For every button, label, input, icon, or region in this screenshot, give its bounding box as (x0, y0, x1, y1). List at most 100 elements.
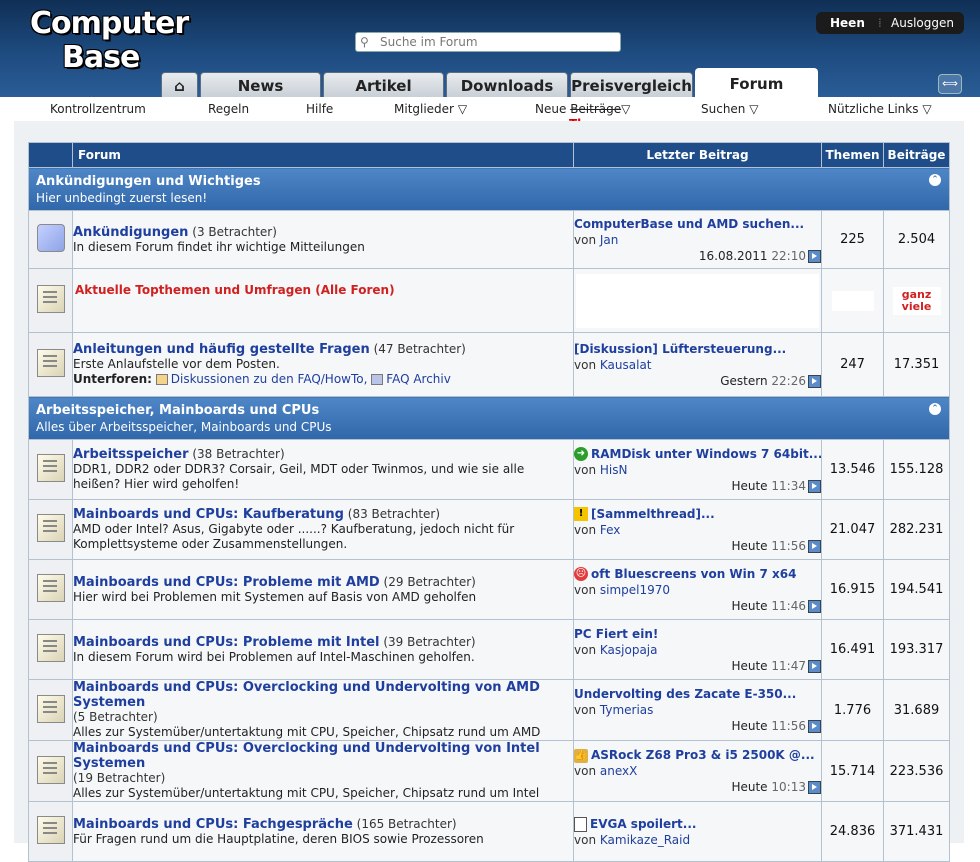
forum-row: Ankündigungen (3 Betrachter) In diesem Fo… (28, 210, 950, 269)
category-title[interactable]: Arbeitsspeicher, Mainboards und CPUs (29, 403, 949, 418)
header-beitraege[interactable]: Beiträge (883, 142, 950, 168)
category-row: Arbeitsspeicher, Mainboards und CPUs All… (28, 396, 950, 440)
last-post-user[interactable]: Kausalat (600, 358, 652, 372)
forum-row: Mainboards und CPUs: Overclocking und Un… (28, 679, 950, 741)
separator: ⁞ (878, 16, 882, 30)
collapse-icon[interactable]: ⌃ (929, 403, 941, 415)
goto-last-icon[interactable] (808, 374, 821, 388)
nav-mitglieder-label: Mitglieder (394, 102, 454, 116)
tab-preisvergleich[interactable]: Preisvergleich (570, 72, 693, 97)
forum-title[interactable]: Anleitungen und häufig gestellte Fragen (73, 342, 370, 357)
forum-title[interactable]: Ankündigungen (73, 225, 188, 240)
nav-mitglieder[interactable]: Mitglieder ▽ (394, 102, 467, 116)
username-link[interactable]: Heen (830, 16, 865, 30)
nav-links[interactable]: Nützliche Links ▽ (828, 102, 932, 116)
last-post-user[interactable]: HisN (600, 463, 628, 477)
forum-title[interactable]: Mainboards und CPUs: Overclocking und Un… (73, 741, 540, 771)
header-forum: Forum (72, 142, 574, 168)
forum-description: In diesem Forum wird bei Problemen auf I… (73, 649, 475, 664)
forum-title[interactable]: Mainboards und CPUs: Probleme mit AMD (73, 575, 380, 590)
goto-last-icon[interactable] (808, 720, 821, 733)
forum-icon (36, 634, 65, 662)
last-post-title[interactable]: ASRock Z68 Pro3 & i5 2500K @... (591, 748, 815, 762)
goto-last-icon[interactable] (808, 249, 821, 263)
forum-viewers: (83 Betrachter) (347, 507, 441, 521)
warning-icon: ! (574, 507, 588, 521)
goto-last-icon[interactable] (808, 659, 821, 673)
forum-icon (36, 285, 65, 313)
forum-title[interactable]: Mainboards und CPUs: Fachgespräche (73, 817, 353, 832)
last-post-time: 11:56 (771, 538, 806, 553)
subforum-link[interactable]: Diskussionen zu den FAQ/HowTo, (171, 372, 368, 386)
last-post-title[interactable]: RAMDisk unter Windows 7 64bit... (591, 447, 821, 461)
last-post-user[interactable]: Fex (600, 523, 621, 537)
nav-kontrollzentrum[interactable]: Kontrollzentrum (50, 102, 146, 116)
tab-artikel[interactable]: Artikel (323, 72, 444, 97)
last-post-title[interactable]: ComputerBase und AMD suchen... (574, 216, 821, 232)
computerbase-logo[interactable]: Computer Base (22, 2, 189, 92)
collapse-icon[interactable]: ⌃ (929, 174, 941, 186)
logout-link[interactable]: Ausloggen (891, 16, 954, 30)
forum-icon (36, 454, 65, 482)
von-label: von (574, 462, 597, 477)
header-themen[interactable]: Themen (821, 142, 884, 168)
last-post-title[interactable]: EVGA spoilert... (590, 817, 696, 831)
goto-last-icon[interactable] (808, 599, 821, 613)
tab-news[interactable]: News (200, 72, 321, 97)
tab-forum[interactable]: Forum (695, 68, 818, 97)
forum-description: Hier wird bei Problemen mit Systemen auf… (73, 589, 477, 604)
last-post-title[interactable]: oft Bluescreens von Win 7 x64 (591, 567, 796, 581)
tab-home[interactable]: ⌂ (161, 72, 198, 97)
goto-last-icon[interactable] (808, 539, 821, 553)
category-subtitle: Hier unbedingt zuerst lesen! (36, 190, 208, 205)
forum-title[interactable]: Mainboards und CPUs: Kaufberatung (73, 507, 344, 522)
last-post-user[interactable]: anexX (600, 764, 637, 778)
forum-viewers: (165 Betrachter) (356, 816, 457, 831)
last-post-date: Heute (731, 538, 768, 553)
forum-description: DDR1, DDR2 oder DDR3? Corsair, Geil, MDT… (73, 462, 525, 491)
last-post-title[interactable]: [Sammelthread]... (591, 507, 715, 521)
von-label: von (574, 357, 597, 372)
last-post-user[interactable]: Kamikaze_Raid (600, 833, 690, 847)
last-post-date: Heute (731, 780, 768, 794)
beitraege-count: 194.541 (883, 559, 950, 620)
themen-count: 16.491 (821, 619, 884, 680)
last-post-user[interactable]: simpel1970 (600, 583, 670, 597)
last-post-user[interactable]: Jan (600, 233, 619, 247)
last-post-title[interactable]: PC Fiert ein! (574, 626, 821, 642)
search-input[interactable]: ⚲ Suche im Forum (355, 32, 621, 52)
nav-suchen[interactable]: Suchen ▽ (701, 102, 758, 116)
last-post-title[interactable]: [Diskussion] Lüftersteuerung... (574, 341, 821, 357)
forum-icon (36, 514, 65, 542)
arrow-right-icon: ➜ (574, 447, 588, 461)
home-icon: ⌂ (174, 77, 185, 95)
forum-title[interactable]: Arbeitsspeicher (73, 447, 189, 462)
category-title[interactable]: Ankündigungen und Wichtiges (29, 174, 949, 189)
tab-downloads[interactable]: Downloads (446, 72, 568, 97)
forum-title[interactable]: Mainboards und CPUs: Overclocking und Un… (73, 680, 540, 710)
last-post-title[interactable]: Undervolting des Zacate E-350... (574, 686, 821, 702)
forum-icon (36, 694, 65, 723)
empty-themen (831, 290, 874, 311)
search-placeholder: Suche im Forum (380, 35, 478, 49)
site-header: Computer Base ⚲ Suche im Forum Heen ⁞ Au… (0, 0, 980, 97)
von-label: von (574, 832, 597, 847)
forum-viewers: (5 Betrachter) (73, 710, 158, 724)
last-post-user[interactable]: Kasjopaja (600, 643, 658, 657)
nav-links-label: Nützliche Links (828, 102, 919, 116)
last-post-user[interactable]: Tymerias (600, 703, 654, 717)
von-label: von (574, 232, 597, 247)
goto-last-icon[interactable] (808, 781, 821, 794)
forum-row: Mainboards und CPUs: Probleme mit Intel … (28, 619, 950, 680)
nav-regeln[interactable]: Regeln (208, 102, 249, 116)
nav-neue[interactable]: Neue Beiträge▽ (535, 102, 630, 116)
width-toggle-icon[interactable]: ⟺ (938, 74, 962, 94)
forum-description: Für Fragen rund um die Hauptplatine, der… (73, 831, 484, 846)
forum-title[interactable]: Mainboards und CPUs: Probleme mit Intel (73, 635, 380, 650)
forum-icon (36, 349, 65, 377)
topthemen-link[interactable]: Aktuelle Topthemen und Umfragen (Alle Fo… (73, 283, 395, 297)
forum-viewers: (29 Betrachter) (383, 574, 476, 589)
goto-last-icon[interactable] (808, 479, 821, 493)
nav-hilfe[interactable]: Hilfe (306, 102, 333, 116)
subforum-link[interactable]: FAQ Archiv (386, 372, 451, 386)
